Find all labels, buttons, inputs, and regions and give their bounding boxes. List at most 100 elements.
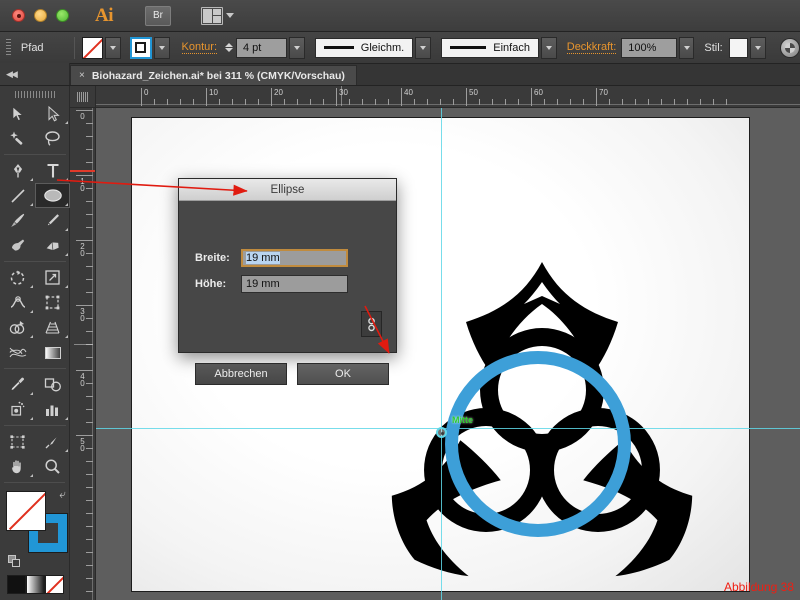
stroke-weight-input[interactable]: 4 pt bbox=[236, 37, 288, 58]
fill-color-swatch[interactable] bbox=[6, 491, 46, 531]
flyout-indicator-icon bbox=[65, 121, 68, 124]
ruler-label: 40 bbox=[80, 372, 85, 388]
symbol-sprayer-tool[interactable] bbox=[0, 397, 35, 422]
free-transform-tool[interactable] bbox=[35, 290, 70, 315]
figure-caption: Abbildung 38 bbox=[723, 580, 794, 594]
graphic-style-swatch[interactable] bbox=[728, 37, 749, 58]
perspective-grid-tool[interactable] bbox=[35, 315, 70, 340]
brush-definition-dropdown[interactable] bbox=[540, 36, 557, 59]
document-tab[interactable]: × Biohazard_Zeichen.ai* bei 311 % (CMYK/… bbox=[70, 65, 357, 85]
toolbox-divider bbox=[4, 261, 66, 262]
artboard-tool[interactable] bbox=[0, 429, 35, 454]
color-button[interactable] bbox=[7, 575, 26, 594]
stroke-profile-dropdown[interactable] bbox=[415, 36, 431, 59]
flyout-indicator-icon bbox=[65, 335, 68, 338]
flyout-indicator-icon bbox=[30, 335, 33, 338]
lasso-tool[interactable] bbox=[35, 126, 70, 151]
selection-tool[interactable] bbox=[0, 101, 35, 126]
close-window-button[interactable] bbox=[12, 9, 25, 22]
column-graph-tool[interactable] bbox=[35, 397, 70, 422]
rotate-tool[interactable] bbox=[0, 265, 35, 290]
gradient-tool[interactable] bbox=[35, 340, 70, 365]
opacity-dropdown[interactable] bbox=[678, 36, 695, 59]
slice-tool[interactable] bbox=[35, 429, 70, 454]
horizontal-ruler[interactable]: 0 10 20 30 40 50 60 70 bbox=[96, 86, 800, 108]
pencil-tool[interactable] bbox=[35, 208, 70, 233]
stroke-weight-stepper[interactable] bbox=[225, 43, 233, 52]
mesh-tool[interactable] bbox=[0, 340, 35, 365]
blend-tool[interactable] bbox=[35, 372, 70, 397]
magic-wand-tool[interactable] bbox=[0, 126, 35, 151]
opacity-label[interactable]: Deckkraft: bbox=[566, 41, 617, 54]
zoom-window-button[interactable] bbox=[56, 9, 69, 22]
swap-fill-stroke-icon[interactable]: ⤶ bbox=[59, 487, 66, 502]
paintbrush-tool[interactable] bbox=[0, 208, 35, 233]
ok-button[interactable]: OK bbox=[297, 363, 389, 385]
close-icon[interactable]: × bbox=[79, 70, 85, 81]
minimize-window-button[interactable] bbox=[34, 9, 47, 22]
hand-tool[interactable] bbox=[0, 454, 35, 479]
stroke-profile-combo[interactable]: Gleichm. bbox=[315, 37, 414, 58]
blob-brush-tool[interactable] bbox=[0, 233, 35, 258]
ruler-corner[interactable] bbox=[70, 86, 96, 108]
stroke-swatch[interactable] bbox=[130, 36, 152, 59]
pen-tool[interactable] bbox=[0, 158, 35, 183]
opacity-input[interactable]: 100% bbox=[621, 37, 677, 58]
title-bar: Ai Br bbox=[0, 0, 800, 32]
stroke-weight-dropdown[interactable] bbox=[289, 36, 306, 59]
none-button[interactable] bbox=[45, 575, 64, 594]
blue-ellipse-shape[interactable] bbox=[445, 351, 631, 537]
dialog-body: Breite: 19 mm Höhe: 19 mm Abbrechen OK bbox=[179, 249, 396, 401]
toolbox-divider bbox=[4, 154, 66, 155]
cancel-button[interactable]: Abbrechen bbox=[195, 363, 287, 385]
eraser-tool[interactable] bbox=[35, 233, 70, 258]
ruler-label: 50 bbox=[469, 88, 478, 97]
stroke-weight-label[interactable]: Kontur: bbox=[181, 41, 217, 54]
width-tool[interactable] bbox=[0, 290, 35, 315]
fill-swatch[interactable] bbox=[81, 36, 104, 59]
constrain-proportions-icon[interactable] bbox=[361, 311, 382, 337]
height-input[interactable]: 19 mm bbox=[241, 275, 348, 293]
selection-context-label: Pfad bbox=[20, 41, 44, 54]
arrange-documents-button[interactable] bbox=[201, 6, 234, 25]
ellipse-dialog[interactable]: Ellipse Breite: 19 mm Höhe: 19 mm Abbrec… bbox=[178, 178, 397, 385]
flyout-indicator-icon bbox=[65, 449, 68, 452]
default-fill-stroke-icon[interactable] bbox=[8, 555, 22, 569]
document-tab-label: Biohazard_Zeichen.ai* bei 311 % (CMYK/Vo… bbox=[91, 69, 345, 82]
zoom-tool[interactable] bbox=[35, 454, 70, 479]
ruler-label: 60 bbox=[534, 88, 543, 97]
ellipse-tool[interactable] bbox=[35, 183, 70, 208]
gradient-button[interactable] bbox=[26, 575, 45, 594]
brush-definition-combo[interactable]: Einfach bbox=[440, 37, 539, 58]
flyout-indicator-icon bbox=[30, 310, 33, 313]
stroke-dropdown[interactable] bbox=[153, 36, 170, 59]
brush-definition-label: Einfach bbox=[493, 41, 530, 54]
smart-guide-label: Mitte bbox=[452, 415, 473, 425]
direct-selection-tool[interactable] bbox=[35, 101, 70, 126]
graphic-style-dropdown[interactable] bbox=[750, 36, 767, 59]
type-tool[interactable] bbox=[35, 158, 70, 183]
chevron-down-icon bbox=[755, 45, 762, 50]
toolbox-panel: ⤶ bbox=[0, 86, 70, 600]
fill-stroke-controls: ⤶ bbox=[6, 487, 68, 569]
vertical-ruler[interactable]: 0 10 20 30 40 50 bbox=[70, 108, 96, 600]
bridge-button[interactable]: Br bbox=[145, 5, 171, 26]
double-chevron-left-icon: ◀◀ bbox=[6, 68, 18, 79]
appearance-icon[interactable] bbox=[780, 37, 800, 58]
stroke-profile-label: Gleichm. bbox=[360, 41, 405, 54]
ruler-origin-icon bbox=[76, 92, 89, 102]
flyout-indicator-icon bbox=[30, 203, 33, 206]
center-anchor-point[interactable] bbox=[436, 427, 447, 438]
height-row: Höhe: 19 mm bbox=[195, 275, 396, 293]
height-value: 19 mm bbox=[246, 278, 280, 290]
collapse-panels-button[interactable]: ◀◀ bbox=[0, 63, 70, 85]
toolbox-gripper[interactable] bbox=[14, 89, 55, 99]
ruler-label: 50 bbox=[80, 437, 85, 453]
shape-builder-tool[interactable] bbox=[0, 315, 35, 340]
control-bar-gripper[interactable] bbox=[6, 38, 11, 57]
eyedropper-tool[interactable] bbox=[0, 372, 35, 397]
width-input[interactable]: 19 mm bbox=[241, 249, 348, 267]
scale-tool[interactable] bbox=[35, 265, 70, 290]
line-segment-tool[interactable] bbox=[0, 183, 35, 208]
fill-dropdown[interactable] bbox=[105, 36, 122, 59]
